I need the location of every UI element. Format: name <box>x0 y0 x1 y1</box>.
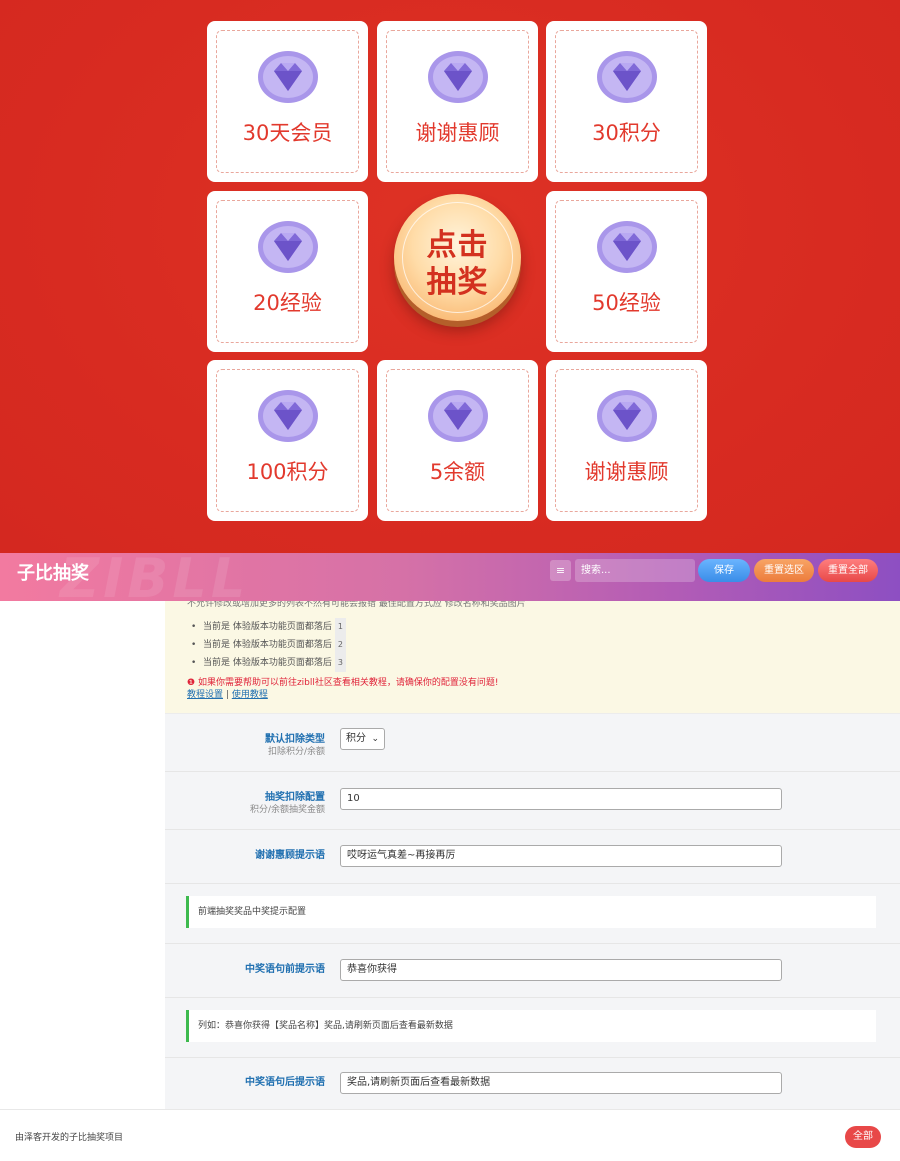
notice-item-num: 3 <box>334 654 346 672</box>
draw-button-line2: 抽奖 <box>426 265 489 300</box>
draw-button[interactable]: 点击 抽奖 <box>394 194 521 321</box>
prize-cell: 100积分 <box>207 360 368 521</box>
prize-label: 50经验 <box>592 291 661 315</box>
settings-panel: 不允许修改或增加更多的列表不然有可能会报错 最佳配置方式应 修改名称和奖品图片 … <box>165 601 900 1109</box>
setting-sublabel: 扣除积分/余额 <box>267 747 325 757</box>
info-row: 前端抽奖奖品中奖提示配置 <box>165 884 900 944</box>
deduct-amount-field[interactable]: 10 <box>340 788 782 810</box>
admin-header: ZIBLL 子比抽奖 ≡ 保存 重置选区 重置全部 <box>0 547 900 610</box>
gem-icon <box>257 51 318 103</box>
prize-cell: 20经验 <box>207 191 368 352</box>
prize-cell: 谢谢惠顾 <box>546 360 707 521</box>
gem-icon <box>596 221 657 273</box>
prefix-tip-field[interactable]: 恭喜你获得 <box>340 959 782 981</box>
gem-icon <box>257 390 318 442</box>
reset-section-button[interactable]: 重置选区 <box>754 559 814 582</box>
lottery-board: 30天会员 谢谢惠顾 30积分 20经验 点击 抽奖 50经验 100积分 5余… <box>0 0 900 553</box>
setting-row-deduct-config: 抽奖扣除配置 积分/余额抽奖金额 10 <box>165 772 900 830</box>
link-separator: | <box>225 690 229 700</box>
gem-icon <box>596 390 657 442</box>
floating-reset-button[interactable]: 全部 <box>845 1126 881 1148</box>
prize-label: 100积分 <box>246 460 329 484</box>
footer: 由泽客开发的子比抽奖项目 全部 <box>0 1109 900 1161</box>
info-box: 前端抽奖奖品中奖提示配置 <box>186 896 876 928</box>
notice-top-line: 不允许修改或增加更多的列表不然有可能会报错 最佳配置方式应 修改名称和奖品图片 <box>187 601 526 609</box>
sidebar <box>0 601 165 1109</box>
search-input[interactable] <box>575 559 695 582</box>
prize-label: 5余额 <box>429 460 486 484</box>
prize-cell: 30天会员 <box>207 21 368 182</box>
prize-cell: 30积分 <box>546 21 707 182</box>
thanks-tip-field[interactable]: 哎呀运气真差~再接再厉 <box>340 845 782 867</box>
notice-item-num: 1 <box>334 618 346 636</box>
setting-label: 中奖语句后提示语 <box>245 1077 325 1088</box>
notice-links: 教程设置 | 使用教程 <box>187 687 268 700</box>
chevron-down-icon: ⌄ <box>371 734 379 744</box>
page-title: 子比抽奖 <box>17 563 89 584</box>
list-item: 当前是 体验版本功能页面都落后2 <box>191 636 346 654</box>
notice-item-text: 当前是 体验版本功能页面都落后 <box>203 622 332 632</box>
usage-tutorial-link[interactable]: 使用教程 <box>232 690 268 700</box>
setting-row-prefix-tip: 中奖语句前提示语 恭喜你获得 <box>165 944 900 998</box>
setting-row-suffix-tip: 中奖语句后提示语 奖品,请刷新页面后查看最新数据 <box>165 1058 900 1109</box>
prize-label: 20经验 <box>253 291 322 315</box>
setting-sublabel: 积分/余额抽奖金额 <box>249 805 325 815</box>
info-row: 列如：恭喜你获得【奖品名称】奖品,请刷新页面后查看最新数据 <box>165 998 900 1058</box>
list-item: 当前是 体验版本功能页面都落后1 <box>191 618 346 636</box>
prize-label: 30天会员 <box>242 121 333 145</box>
notice-item-text: 当前是 体验版本功能页面都落后 <box>203 658 332 668</box>
prize-label: 30积分 <box>592 121 661 145</box>
admin-body: 不允许修改或增加更多的列表不然有可能会报错 最佳配置方式应 修改名称和奖品图片 … <box>0 601 900 1109</box>
list-item: 当前是 体验版本功能页面都落后3 <box>191 654 346 672</box>
suffix-tip-field[interactable]: 奖品,请刷新页面后查看最新数据 <box>340 1072 782 1094</box>
gem-icon <box>257 221 318 273</box>
prize-cell: 谢谢惠顾 <box>377 21 538 182</box>
gem-icon <box>427 51 488 103</box>
setting-label: 中奖语句前提示语 <box>245 964 325 975</box>
setting-label: 默认扣除类型 <box>265 734 325 745</box>
prize-cell: 5余额 <box>377 360 538 521</box>
footer-text: 由泽客开发的子比抽奖项目 <box>15 1133 124 1143</box>
notice-item-num: 2 <box>334 636 346 654</box>
setting-label: 抽奖扣除配置 <box>265 792 325 803</box>
info-box: 列如：恭喜你获得【奖品名称】奖品,请刷新页面后查看最新数据 <box>186 1010 876 1042</box>
setting-row-deduct-type: 默认扣除类型 扣除积分/余额 积分 ⌄ <box>165 714 900 772</box>
save-button[interactable]: 保存 <box>698 559 750 582</box>
gem-icon <box>427 390 488 442</box>
gem-icon <box>596 51 657 103</box>
menu-toggle-icon[interactable]: ≡ <box>550 560 571 581</box>
tutorial-settings-link[interactable]: 教程设置 <box>187 690 223 700</box>
notice-item-text: 当前是 体验版本功能页面都落后 <box>203 640 332 650</box>
reset-all-button[interactable]: 重置全部 <box>818 559 878 582</box>
notice-list: 当前是 体验版本功能页面都落后1 当前是 体验版本功能页面都落后2 当前是 体验… <box>191 618 346 672</box>
notice-box: 不允许修改或增加更多的列表不然有可能会报错 最佳配置方式应 修改名称和奖品图片 … <box>165 601 900 714</box>
setting-label: 谢谢惠顾提示语 <box>255 850 325 861</box>
setting-row-thanks-tip: 谢谢惠顾提示语 哎呀运气真差~再接再厉 <box>165 830 900 884</box>
prize-label: 谢谢惠顾 <box>584 460 669 484</box>
prize-label: 谢谢惠顾 <box>415 121 500 145</box>
deduct-type-select[interactable]: 积分 ⌄ <box>340 728 385 750</box>
select-value: 积分 <box>346 733 366 744</box>
prize-cell: 50经验 <box>546 191 707 352</box>
